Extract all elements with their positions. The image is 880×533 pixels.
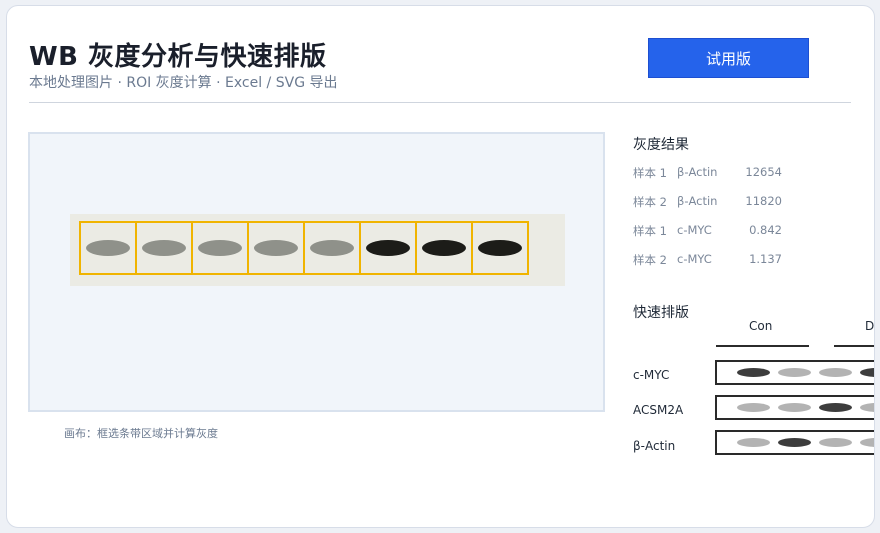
lane-band	[860, 403, 874, 412]
roi-box[interactable]	[303, 221, 361, 275]
result-target: β-Actin	[677, 165, 718, 179]
lane-strip[interactable]	[715, 360, 874, 385]
result-value: 11820	[745, 194, 782, 208]
roi-box[interactable]	[191, 221, 249, 275]
group-label-dru: Dru	[865, 319, 875, 333]
roi-box[interactable]	[415, 221, 473, 275]
roi-box[interactable]	[247, 221, 305, 275]
trial-button[interactable]: 试用版	[648, 38, 809, 78]
lane-band	[860, 438, 874, 447]
page-title: WB 灰度分析与快速排版	[29, 42, 327, 72]
lane-band	[778, 403, 811, 412]
page-subtitle: 本地处理图片 · ROI 灰度计算 · Excel / SVG 导出	[29, 75, 338, 91]
lane-label: β-Actin	[633, 439, 676, 453]
roi-box[interactable]	[79, 221, 137, 275]
roi-box[interactable]	[135, 221, 193, 275]
band-light	[254, 240, 298, 256]
result-value: 1.137	[749, 252, 782, 266]
lane-band	[819, 403, 852, 412]
group-label-con: Con	[749, 319, 773, 333]
lane-band	[737, 403, 770, 412]
result-row: 样本 1 β-Actin 12654	[633, 165, 782, 194]
blot-canvas[interactable]	[28, 132, 605, 412]
result-target: c-MYC	[677, 252, 712, 266]
result-value: 12654	[745, 165, 782, 179]
band-light	[86, 240, 130, 256]
lane-label: ACSM2A	[633, 403, 684, 417]
band-light	[310, 240, 354, 256]
roi-box[interactable]	[471, 221, 529, 275]
canvas-caption: 画布：框选条带区域并计算灰度	[64, 427, 218, 440]
lane-strip[interactable]	[715, 430, 874, 455]
result-sample: 样本 1	[633, 224, 667, 238]
layout-title: 快速排版	[633, 305, 689, 321]
result-sample: 样本 1	[633, 166, 667, 180]
result-row: 样本 2 β-Actin 11820	[633, 194, 782, 223]
band-light	[142, 240, 186, 256]
lane-band	[737, 368, 770, 377]
lane-band	[819, 438, 852, 447]
lane-band	[778, 368, 811, 377]
result-sample: 样本 2	[633, 253, 667, 267]
band-dark	[478, 240, 522, 256]
band-light	[198, 240, 242, 256]
result-target: c-MYC	[677, 223, 712, 237]
lane-label: c-MYC	[633, 368, 670, 382]
band-dark	[366, 240, 410, 256]
main-card: WB 灰度分析与快速排版 本地处理图片 · ROI 灰度计算 · Excel /…	[6, 5, 875, 528]
results-title: 灰度结果	[633, 137, 689, 153]
lane-strip[interactable]	[715, 395, 874, 420]
lane-band	[860, 368, 874, 377]
group-line-con	[716, 345, 809, 347]
results-list: 样本 1 β-Actin 12654 样本 2 β-Actin 11820 样本 1 c-MY…	[633, 165, 782, 281]
roi-row	[79, 221, 529, 275]
lane-band	[737, 438, 770, 447]
result-target: β-Actin	[677, 194, 718, 208]
roi-box[interactable]	[359, 221, 417, 275]
result-value: 0.842	[749, 223, 782, 237]
blot-image	[70, 214, 565, 286]
header-divider	[29, 102, 851, 103]
result-row: 样本 2 c-MYC 1.137	[633, 252, 782, 281]
band-dark	[422, 240, 466, 256]
lane-band	[819, 368, 852, 377]
lane-band	[778, 438, 811, 447]
group-line-dru	[834, 345, 874, 347]
result-row: 样本 1 c-MYC 0.842	[633, 223, 782, 252]
result-sample: 样本 2	[633, 195, 667, 209]
